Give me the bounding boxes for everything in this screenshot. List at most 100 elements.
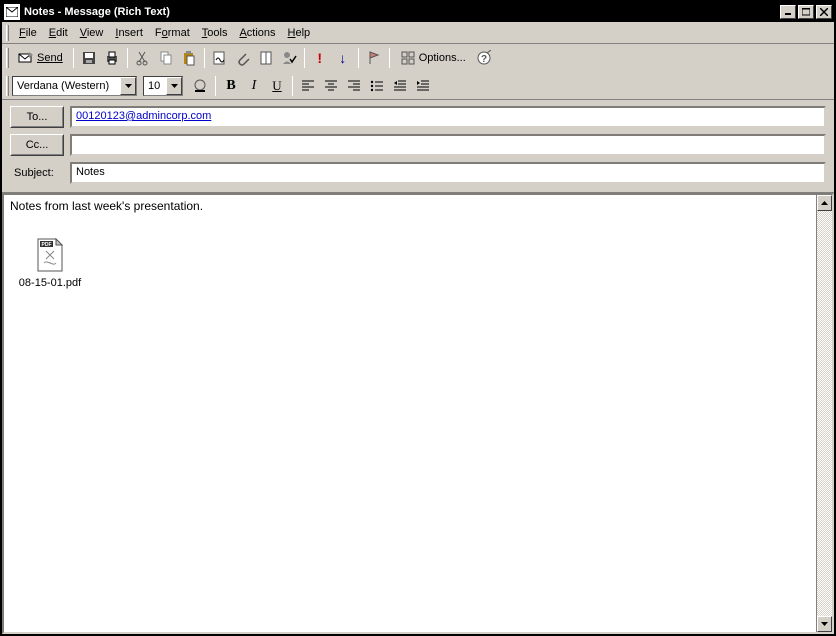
cc-field[interactable] [70,134,826,156]
title-bar: Notes - Message (Rich Text) [2,2,834,22]
italic-icon: I [252,78,257,94]
copy-button[interactable] [155,47,177,69]
font-color-button[interactable] [189,75,211,97]
font-name-value: Verdana (Western) [17,80,109,92]
check-names-icon [281,50,297,66]
chevron-down-icon [166,77,182,95]
help-icon: ? [476,50,492,66]
message-header: To... 00120123@admincorp.com Cc... Subje… [2,100,834,193]
underline-button[interactable]: U [266,75,288,97]
scroll-up-button[interactable] [817,195,832,211]
formatting-toolbar: Verdana (Western) 10 B I U [2,72,834,100]
subject-value: Notes [76,166,105,178]
attachment-name: 08-15-01.pdf [10,277,90,289]
bold-icon: B [226,78,235,94]
to-label: To... [27,111,48,123]
book-icon [258,50,274,66]
body-text: Notes from last week's presentation. [10,199,810,213]
align-center-button[interactable] [320,75,342,97]
menubar-grip[interactable] [6,25,9,41]
close-button[interactable] [816,5,832,19]
importance-high-button[interactable]: ! [309,47,331,69]
message-window: Notes - Message (Rich Text) File Edit Vi… [0,0,836,636]
menu-view[interactable]: View [74,25,110,41]
help-button[interactable]: ? [473,47,495,69]
vertical-scrollbar[interactable] [816,195,832,632]
increase-indent-icon [415,78,431,94]
pdf-icon: PDF [34,237,66,273]
italic-button[interactable]: I [243,75,265,97]
options-button[interactable]: Options... [394,47,472,69]
flag-button[interactable] [363,47,385,69]
options-icon [400,50,416,66]
font-size-select[interactable]: 10 [143,76,183,96]
save-button[interactable] [78,47,100,69]
underline-icon: U [272,78,281,94]
bullets-icon [369,78,385,94]
copy-icon [158,50,174,66]
svg-text:PDF: PDF [42,242,52,248]
menu-help[interactable]: Help [282,25,317,41]
scroll-down-button[interactable] [817,616,832,632]
cc-label: Cc... [26,139,49,151]
bold-button[interactable]: B [220,75,242,97]
toolbar-grip[interactable] [6,48,9,68]
cc-button[interactable]: Cc... [10,134,64,156]
menu-bar: File Edit View Insert Format Tools Actio… [2,22,834,44]
address-book-button[interactable] [255,47,277,69]
menu-actions[interactable]: Actions [233,25,281,41]
message-body-area: Notes from last week's presentation. PDF… [2,193,834,634]
scroll-track[interactable] [817,211,832,616]
paperclip-icon [235,50,251,66]
send-button[interactable]: Send [12,47,69,69]
align-center-icon [323,78,339,94]
menu-edit[interactable]: Edit [43,25,74,41]
print-icon [104,50,120,66]
window-title: Notes - Message (Rich Text) [24,6,780,18]
arrow-down-icon: ↓ [339,50,346,66]
attachment[interactable]: PDF 08-15-01.pdf [10,237,90,289]
menu-tools[interactable]: Tools [196,25,234,41]
signature-button[interactable] [209,47,231,69]
font-size-value: 10 [148,80,160,92]
decrease-indent-button[interactable] [389,75,411,97]
menu-format[interactable]: Format [149,25,196,41]
cut-icon [135,50,151,66]
to-field[interactable]: 00120123@admincorp.com [70,106,826,128]
to-button[interactable]: To... [10,106,64,128]
align-right-button[interactable] [343,75,365,97]
flag-icon [366,50,382,66]
chevron-down-icon [120,77,136,95]
signature-icon [212,50,228,66]
to-value: 00120123@admincorp.com [76,110,211,122]
increase-indent-button[interactable] [412,75,434,97]
font-color-icon [192,78,208,94]
standard-toolbar: Send ! ↓ Options... ? [2,44,834,72]
bullets-button[interactable] [366,75,388,97]
svg-text:?: ? [481,54,487,65]
maximize-button[interactable] [798,5,814,19]
message-body[interactable]: Notes from last week's presentation. PDF… [4,195,816,632]
options-label: Options... [419,52,466,64]
importance-low-button[interactable]: ↓ [332,47,354,69]
envelope-icon [4,4,20,20]
paste-button[interactable] [178,47,200,69]
paste-icon [181,50,197,66]
minimize-button[interactable] [780,5,796,19]
print-button[interactable] [101,47,123,69]
align-left-button[interactable] [297,75,319,97]
format-toolbar-grip[interactable] [6,76,9,96]
menu-insert[interactable]: Insert [109,25,149,41]
exclamation-icon: ! [317,50,322,66]
decrease-indent-icon [392,78,408,94]
check-names-button[interactable] [278,47,300,69]
menu-file[interactable]: File [13,25,43,41]
attach-button[interactable] [232,47,254,69]
align-left-icon [300,78,316,94]
subject-label: Subject: [10,167,64,179]
send-label: Send [37,52,63,64]
subject-field[interactable]: Notes [70,162,826,184]
font-select[interactable]: Verdana (Western) [12,76,137,96]
send-icon [18,50,34,66]
cut-button[interactable] [132,47,154,69]
